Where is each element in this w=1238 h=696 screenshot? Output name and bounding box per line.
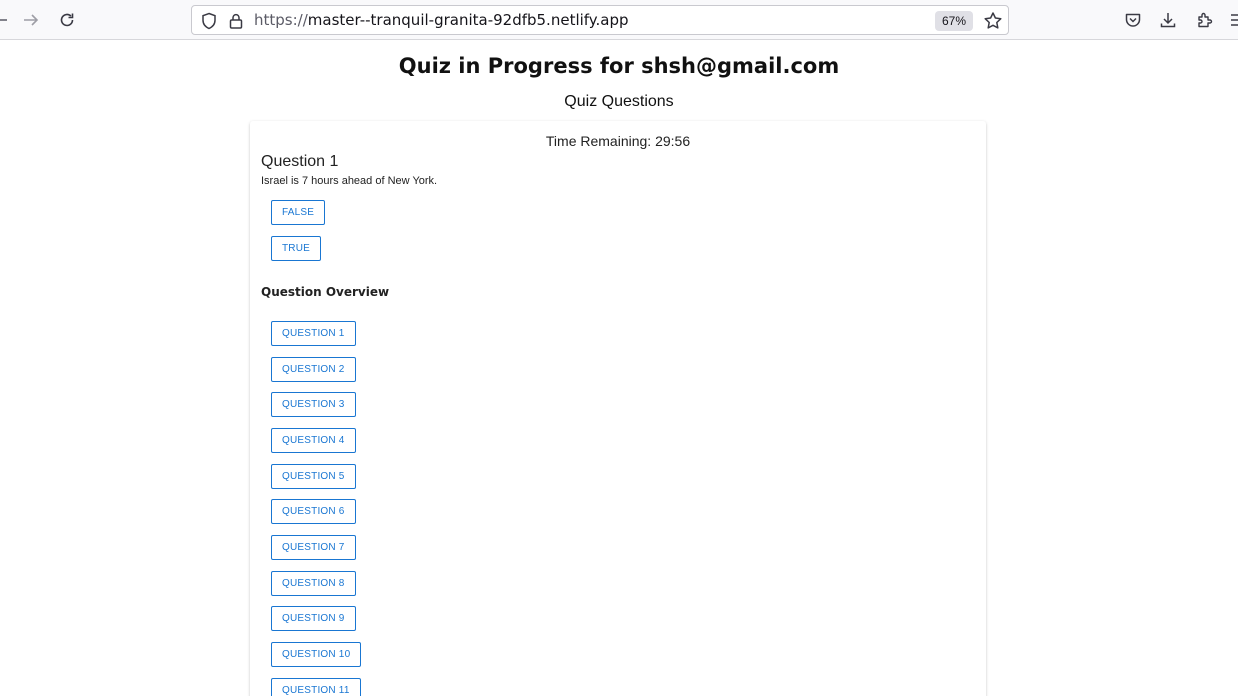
question-text: Israel is 7 hours ahead of New York. xyxy=(261,175,438,187)
question-6-button[interactable]: QUESTION 6 xyxy=(271,499,356,524)
url-text[interactable]: https://master--tranquil-granita-92dfb5.… xyxy=(254,11,629,29)
question-4-button[interactable]: QUESTION 4 xyxy=(271,428,356,453)
time-remaining: Time Remaining: 29:56 xyxy=(545,133,691,149)
question-11-button[interactable]: QUESTION 11 xyxy=(271,678,361,696)
section-title: Quiz Questions xyxy=(564,93,674,110)
question-3-button[interactable]: QUESTION 3 xyxy=(271,392,356,417)
address-bar[interactable]: https://master--tranquil-granita-92dfb5.… xyxy=(191,5,1009,35)
reload-icon[interactable] xyxy=(55,8,79,32)
quiz-card: Time Remaining: 29:56 Question 1 Israel … xyxy=(250,121,986,696)
question-5-button[interactable]: QUESTION 5 xyxy=(271,464,356,489)
question-8-button[interactable]: QUESTION 8 xyxy=(271,571,356,596)
browser-toolbar: https://master--tranquil-granita-92dfb5.… xyxy=(0,0,1238,40)
question-9-button[interactable]: QUESTION 9 xyxy=(271,606,356,631)
question-1-button[interactable]: QUESTION 1 xyxy=(271,321,356,346)
question-overview-title: Question Overview xyxy=(261,285,390,299)
back-arrow-icon[interactable] xyxy=(0,8,12,32)
lock-icon[interactable] xyxy=(227,12,245,30)
bookmark-star-icon[interactable] xyxy=(983,11,1003,31)
extensions-icon[interactable] xyxy=(1193,8,1217,32)
menu-icon[interactable] xyxy=(1226,8,1238,32)
tracking-shield-icon[interactable] xyxy=(200,12,218,30)
page-title: Quiz in Progress for shsh@gmail.com xyxy=(398,54,840,78)
url-protocol: https:// xyxy=(254,11,308,29)
forward-arrow-icon[interactable] xyxy=(19,8,43,32)
url-host: master--tranquil-granita-92dfb5.netlify.… xyxy=(307,11,629,29)
pocket-icon[interactable] xyxy=(1121,8,1145,32)
question-10-button[interactable]: QUESTION 10 xyxy=(271,642,362,667)
question-7-button[interactable]: QUESTION 7 xyxy=(271,535,356,560)
question-heading: Question 1 xyxy=(261,153,339,170)
question-2-button[interactable]: QUESTION 2 xyxy=(271,357,356,382)
answer-false-button[interactable]: FALSE xyxy=(271,200,326,225)
answer-true-button[interactable]: TRUE xyxy=(271,236,322,261)
zoom-level-badge[interactable]: 67% xyxy=(935,11,973,31)
downloads-icon[interactable] xyxy=(1156,8,1180,32)
